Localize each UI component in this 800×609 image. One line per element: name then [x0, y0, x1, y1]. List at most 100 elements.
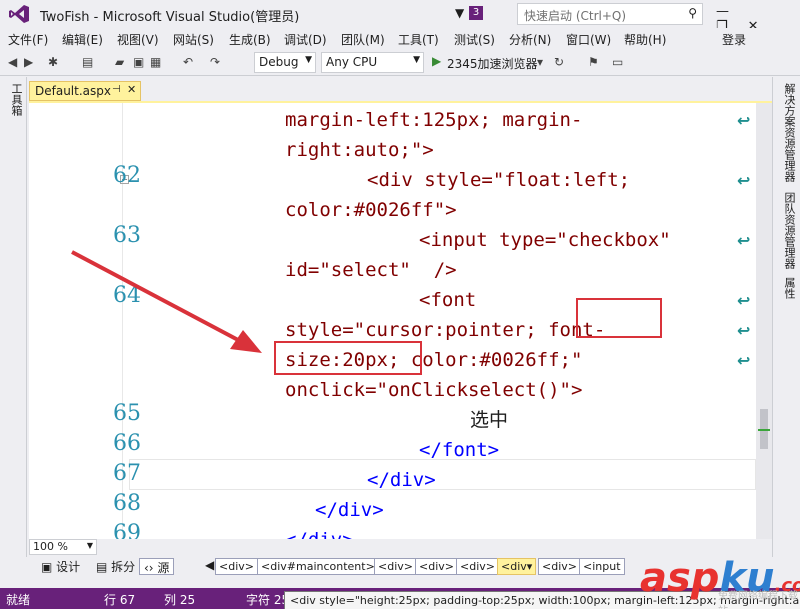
bookmark-icon[interactable]: ⚑ — [588, 55, 599, 69]
menu-tools[interactable]: 工具(T) — [398, 31, 439, 48]
breadcrumb-tag[interactable]: <div> — [374, 558, 417, 575]
new-project-icon[interactable]: ✱ — [48, 55, 58, 69]
source-view-button[interactable]: ‹› 源 — [139, 558, 175, 575]
comment-icon[interactable]: ▭ — [612, 55, 623, 69]
close-icon[interactable]: ✕ — [127, 83, 136, 96]
code-line: </font> — [419, 439, 500, 461]
code-line: onclick="onClickselect()"> — [285, 379, 583, 401]
visual-studio-logo-icon — [9, 5, 29, 23]
breadcrumb-tag[interactable]: <input — [579, 558, 625, 575]
split-view-button[interactable]: ▤ 拆分 — [92, 558, 139, 575]
breadcrumb-tag-selected[interactable]: <div▾ — [497, 558, 537, 575]
menu-team[interactable]: 团队(M) — [341, 31, 385, 48]
zoom-value: 100 % — [33, 540, 68, 553]
code-line: id="select" /> — [285, 259, 457, 281]
line-number: 62 — [113, 163, 141, 188]
line-number: 65 — [113, 401, 141, 426]
code-line: color:#0026ff"> — [285, 199, 457, 221]
right-tool-strip: 解决方案资源管理器 团队资源管理器 属性 — [772, 77, 800, 557]
minimize-button[interactable]: — — [716, 4, 749, 19]
code-line: right:auto;"> — [285, 139, 434, 161]
menu-edit[interactable]: 编辑(E) — [62, 31, 103, 48]
word-wrap-icon: ↩ — [737, 231, 751, 250]
annotation-box — [274, 341, 422, 375]
undo-icon[interactable]: ↶ — [183, 55, 193, 69]
tab-default-aspx[interactable]: Default.aspx ⊣ ✕ — [29, 81, 141, 101]
redo-icon[interactable]: ↷ — [210, 55, 220, 69]
annotation-box — [576, 298, 662, 338]
word-wrap-icon: ↩ — [737, 321, 751, 340]
vertical-scrollbar[interactable] — [756, 103, 772, 539]
window-title: TwoFish - Microsoft Visual Studio(管理员) — [40, 10, 300, 25]
word-wrap-icon: ↩ — [737, 111, 751, 130]
menu-test[interactable]: 测试(S) — [454, 31, 495, 48]
chevron-down-icon: ▼ — [86, 541, 93, 550]
word-wrap-icon: ↩ — [737, 291, 751, 310]
chevron-down-icon: ▼ — [305, 55, 312, 65]
configuration-dropdown[interactable]: Debug ▼ — [254, 52, 316, 73]
notification-count[interactable]: 3 — [469, 6, 483, 20]
word-wrap-icon: ↩ — [737, 171, 751, 190]
code-line: <font — [419, 289, 477, 311]
forward-icon[interactable]: ▶ — [24, 55, 33, 69]
breadcrumb-tag[interactable]: <div> — [415, 558, 458, 575]
menu-debug[interactable]: 调试(D) — [284, 31, 327, 48]
line-number: 67 — [113, 461, 141, 486]
line-number: 64 — [113, 283, 141, 308]
breadcrumb-tag[interactable]: <div> — [456, 558, 499, 575]
open-file-icon[interactable]: ▤ — [82, 55, 93, 69]
menu-file[interactable]: 文件(F) — [8, 31, 48, 48]
solution-explorer-tab[interactable]: 解决方案资源管理器 — [781, 83, 797, 182]
save-icon[interactable]: ▣ — [133, 55, 144, 69]
source-icon: ‹› — [144, 561, 158, 575]
quick-launch-placeholder: 快速启动 (Ctrl+Q) — [524, 9, 627, 23]
login-link[interactable]: 登录 — [722, 31, 746, 48]
code-line: </div> — [367, 469, 436, 491]
menu-view[interactable]: 视图(V) — [117, 31, 159, 48]
refresh-icon[interactable]: ↻ — [554, 55, 564, 69]
menu-website[interactable]: 网站(S) — [173, 31, 214, 48]
toolbox-tab[interactable]: 工具箱 — [8, 83, 24, 116]
code-line: <input type="checkbox" — [419, 229, 671, 251]
run-browser-button[interactable]: 2345加速浏览器 — [447, 55, 538, 72]
line-number: 68 — [113, 491, 141, 516]
breadcrumb-tag[interactable]: <div#maincontent> — [257, 558, 379, 575]
watermark-subtitle: 免费网络编程下载站 — [718, 591, 798, 609]
line-number: 69 — [113, 521, 141, 539]
platform-dropdown[interactable]: Any CPU ▼ — [321, 52, 424, 73]
pin-icon[interactable]: ⊣ — [112, 84, 121, 95]
menu-build[interactable]: 生成(B) — [229, 31, 271, 48]
split-icon: ▤ — [96, 560, 112, 574]
left-tool-strip: 工具箱 — [0, 77, 27, 557]
scrollbar-change-marker — [758, 429, 770, 431]
code-line: </div> — [315, 499, 384, 521]
menu-help[interactable]: 帮助(H) — [624, 31, 666, 48]
line-number: 66 — [113, 431, 141, 456]
code-line: </div> — [285, 525, 354, 539]
design-view-button[interactable]: ▣ 设计 — [37, 558, 84, 575]
status-char: 字符 25 — [246, 593, 290, 607]
breadcrumb-tag[interactable]: <div> — [538, 558, 581, 575]
search-icon: ⚲ — [688, 6, 697, 20]
properties-tab[interactable]: 属性 — [781, 277, 797, 299]
line-number: 63 — [113, 223, 141, 248]
back-icon[interactable]: ◀ — [8, 55, 17, 69]
menu-analyze[interactable]: 分析(N) — [509, 31, 551, 48]
status-line: 行 67 — [104, 593, 136, 607]
zoom-dropdown[interactable]: 100 % ▼ — [29, 539, 97, 555]
status-ready: 就绪 — [6, 593, 31, 607]
chevron-down-icon: ▼ — [413, 55, 420, 65]
chevron-down-icon[interactable]: ▾ — [537, 55, 543, 69]
open-folder-icon[interactable]: ▰ — [115, 55, 124, 69]
tab-label: Default.aspx — [35, 84, 111, 98]
notification-flag-icon[interactable]: ▼ — [455, 6, 464, 20]
title-bar: TwoFish - Microsoft Visual Studio(管理员) ▼… — [0, 0, 800, 34]
start-debug-icon[interactable]: ▶ — [432, 54, 441, 68]
breadcrumb-tag[interactable]: <div> — [215, 558, 258, 575]
menu-bar: 文件(F) 编辑(E) 视图(V) 网站(S) 生成(B) 调试(D) 团队(M… — [0, 28, 800, 50]
save-all-icon[interactable]: ▦ — [150, 55, 161, 69]
quick-launch-input[interactable]: 快速启动 (Ctrl+Q) ⚲ — [517, 3, 703, 25]
team-explorer-tab[interactable]: 团队资源管理器 — [781, 192, 797, 269]
code-line: <div style="float:left; — [367, 169, 631, 191]
menu-window[interactable]: 窗口(W) — [566, 31, 611, 48]
